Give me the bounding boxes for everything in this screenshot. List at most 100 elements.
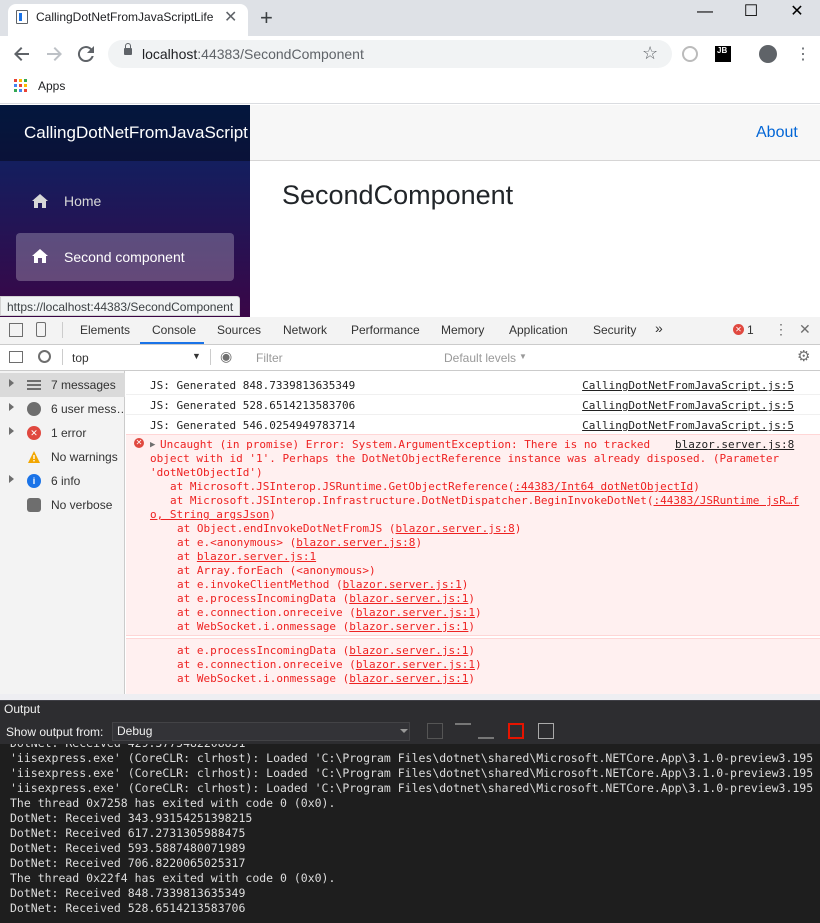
error-count[interactable]: 1 — [747, 323, 754, 337]
source-link[interactable]: CallingDotNetFromJavaScript.js:5 — [582, 419, 794, 432]
nav-item-home[interactable]: Home — [16, 177, 234, 225]
error-count-icon[interactable]: ✕ — [733, 324, 744, 335]
about-link[interactable]: About — [756, 124, 798, 142]
nav-home-label: Home — [64, 193, 102, 209]
nav-item-second-component[interactable]: Second component — [16, 233, 234, 281]
jetbrains-extension-icon[interactable]: JB — [715, 46, 731, 62]
nav-second-label: Second component — [64, 249, 185, 265]
bug-icon — [27, 498, 41, 512]
context-selector[interactable]: top — [72, 351, 89, 365]
vs-output-text[interactable]: DotNet: Received 429.3775482208851'iisex… — [0, 744, 820, 923]
next-message-icon[interactable] — [478, 723, 494, 739]
error-line: o, String argsJson) — [150, 508, 276, 521]
expand-arrow-icon — [9, 427, 14, 435]
forward-button[interactable] — [42, 42, 66, 66]
home-icon — [32, 194, 48, 208]
tab-sources[interactable]: Sources — [217, 323, 261, 337]
apps-bookmark[interactable]: Apps — [38, 79, 65, 93]
word-wrap-icon[interactable] — [538, 723, 554, 739]
expand-arrow-icon[interactable]: ▶ — [150, 438, 155, 452]
profile-icon[interactable] — [759, 45, 777, 63]
error-line: at Microsoft.JSInterop.JSRuntime.GetObje… — [170, 480, 700, 493]
stack-link[interactable]: blazor.server.js:1 — [349, 620, 468, 633]
sidebar-verbose[interactable]: No verbose — [0, 493, 125, 517]
tab-performance[interactable]: Performance — [351, 323, 420, 337]
chevron-down-icon[interactable]: ▼ — [519, 352, 527, 361]
back-arrow-icon — [14, 47, 29, 61]
stack-frame: at Array.forEach (<anonymous>) — [177, 564, 376, 577]
gear-icon[interactable]: ⚙ — [797, 347, 810, 365]
source-link[interactable]: CallingDotNetFromJavaScript.js:5 — [582, 379, 794, 392]
reload-button[interactable] — [74, 42, 98, 66]
tab-memory[interactable]: Memory — [441, 323, 484, 337]
stack-link[interactable]: :44383/Int64 dotNetObjectId — [514, 480, 693, 493]
sidebar-errors[interactable]: ✕ 1 error — [0, 421, 125, 445]
sidebar-messages[interactable]: 7 messages — [0, 373, 125, 397]
sidebar-info[interactable]: i 6 info — [0, 469, 125, 493]
devtools-close-icon[interactable]: ✕ — [799, 321, 811, 338]
output-source-select[interactable]: Debug — [112, 722, 410, 741]
clear-all-icon[interactable] — [508, 723, 524, 739]
extension-icon[interactable] — [682, 46, 698, 62]
apps-grid-icon[interactable] — [14, 79, 28, 93]
goto-location-icon[interactable] — [427, 723, 443, 739]
stack-frame: at e.connection.onreceive (blazor.server… — [177, 606, 482, 619]
url-text[interactable]: localhost:44383/SecondComponent — [142, 46, 364, 62]
stack-link[interactable]: blazor.server.js:8 — [296, 536, 415, 549]
device-toolbar-icon[interactable] — [36, 322, 46, 337]
devtools-menu-icon[interactable]: ⋮ — [774, 321, 788, 338]
output-line: The thread 0x7258 has exited with code 0… — [10, 796, 336, 810]
back-button[interactable] — [10, 42, 34, 66]
tab-elements[interactable]: Elements — [80, 323, 130, 337]
stack-link[interactable]: o, String argsJson — [150, 508, 269, 521]
stack-link[interactable]: blazor.server.js:1 — [349, 644, 468, 657]
eye-icon[interactable]: ◉ — [220, 348, 232, 365]
sidebar-warnings[interactable]: No warnings — [0, 445, 125, 469]
stack-frame: at e.processIncomingData (blazor.server.… — [177, 592, 476, 605]
tab-security[interactable]: Security — [593, 323, 636, 337]
active-tab-indicator — [140, 342, 204, 344]
more-tabs-button[interactable]: » — [655, 320, 663, 336]
bookmark-star-icon[interactable]: ☆ — [642, 43, 658, 64]
error-icon: ✕ — [27, 426, 41, 440]
source-link[interactable]: CallingDotNetFromJavaScript.js:5 — [582, 399, 794, 412]
maximize-button[interactable]: ☐ — [728, 0, 774, 32]
console-filter-input[interactable]: Filter — [252, 349, 436, 367]
stack-link[interactable]: blazor.server.js:1 — [343, 578, 462, 591]
vs-output-titlebar — [0, 700, 820, 720]
sidebar-user-messages[interactable]: 6 user mess… — [0, 397, 125, 421]
stack-link[interactable]: blazor.server.js:8 — [396, 522, 515, 535]
previous-message-icon[interactable] — [455, 723, 471, 739]
new-tab-button[interactable]: + — [260, 5, 273, 31]
app-top-row — [250, 105, 820, 161]
chevron-down-icon[interactable] — [400, 729, 408, 733]
toolbar-divider — [62, 349, 63, 365]
output-line: DotNet: Received 848.7339813635349 — [10, 886, 246, 900]
tab-network[interactable]: Network — [283, 323, 327, 337]
stack-link[interactable]: blazor.server.js:1 — [197, 550, 316, 563]
tab-console[interactable]: Console — [152, 323, 196, 337]
minimize-button[interactable]: — — [682, 0, 728, 32]
tab-close-icon[interactable]: ✕ — [224, 7, 237, 27]
stack-link[interactable]: :44383/JSRuntime jsR…f — [653, 494, 799, 507]
chevron-down-icon[interactable]: ▼ — [192, 351, 201, 361]
inspect-element-icon[interactable] — [9, 323, 23, 337]
tab-title[interactable]: CallingDotNetFromJavaScriptLife — [36, 10, 214, 24]
log-levels-dropdown[interactable]: Default levels — [444, 351, 516, 365]
close-window-button[interactable]: ✕ — [774, 0, 820, 32]
stack-link[interactable]: blazor.server.js:1 — [356, 606, 475, 619]
error-source-link[interactable]: blazor.server.js:8 — [675, 438, 794, 452]
status-bar-url: https://localhost:44383/SecondComponent — [0, 296, 241, 316]
sidebar-toggle-icon[interactable] — [9, 351, 23, 363]
stack-link[interactable]: blazor.server.js:1 — [349, 592, 468, 605]
menu-dots-icon[interactable]: ⋮ — [795, 44, 811, 64]
clear-console-icon[interactable] — [38, 350, 51, 363]
stack-link[interactable]: blazor.server.js:1 — [356, 658, 475, 671]
bookmarks-bar — [0, 72, 820, 104]
app-brand[interactable]: CallingDotNetFromJavaScript — [24, 123, 250, 143]
output-line: DotNet: Received 617.2731305988475 — [10, 826, 246, 840]
stack-frame: at e.invokeClientMethod (blazor.server.j… — [177, 578, 469, 591]
expand-arrow-icon — [9, 475, 14, 483]
tab-application[interactable]: Application — [509, 323, 568, 337]
stack-link[interactable]: blazor.server.js:1 — [349, 672, 468, 685]
